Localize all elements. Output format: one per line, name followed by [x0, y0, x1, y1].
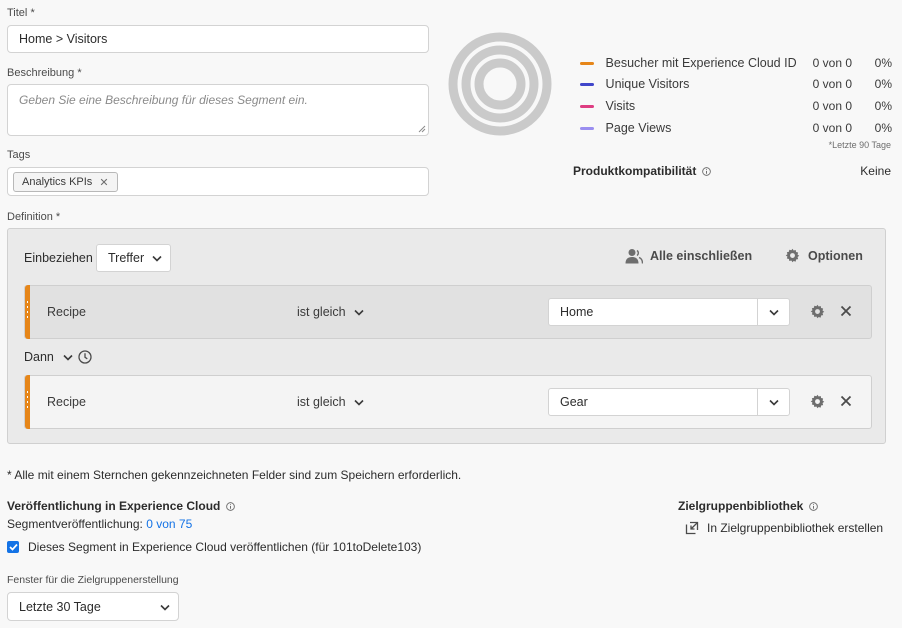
description-placeholder: Geben Sie eine Beschreibung für dieses S… [19, 93, 308, 107]
legend-pct: 0% [874, 121, 892, 135]
title-value: Home > Visitors [19, 32, 108, 46]
tag-chip: Analytics KPIs ✕ [13, 172, 118, 192]
info-icon[interactable] [226, 501, 236, 511]
tags-input[interactable]: Analytics KPIs ✕ [7, 167, 429, 196]
legend-row: Unique Visitors 0 von 0 0% [580, 74, 892, 94]
rule-remove-close-icon[interactable] [840, 395, 852, 407]
then-label: Dann [24, 350, 54, 364]
title-label: Titel * [7, 7, 35, 19]
resize-handle-icon[interactable] [418, 125, 426, 133]
create-in-audience-library-link[interactable]: In Zielgruppenbibliothek erstellen [685, 521, 883, 535]
publish-checkbox[interactable] [7, 541, 19, 553]
container-type-select[interactable]: Treffer [96, 244, 171, 272]
chevron-down-icon [63, 354, 73, 361]
include-all-button[interactable]: Alle einschließen [625, 248, 752, 264]
then-operator-select[interactable]: Dann [24, 350, 92, 364]
legend-count: 0 von 0 [812, 56, 853, 70]
chevron-down-icon [354, 310, 364, 316]
product-compat: Produktkompatibilität [573, 164, 712, 178]
drag-handle[interactable] [25, 375, 30, 429]
rule-dimension[interactable]: Recipe [47, 395, 86, 409]
rule-operator-select[interactable]: ist gleich [297, 305, 364, 319]
tags-label: Tags [7, 149, 31, 161]
users-icon [625, 249, 643, 264]
legend-count: 0 von 0 [812, 77, 853, 91]
options-button[interactable]: Optionen [785, 248, 863, 263]
legend-swatch [580, 61, 594, 65]
legend-name: Besucher mit Experience Cloud ID [605, 56, 797, 70]
legend-swatch [580, 126, 594, 130]
checkmark-icon [8, 543, 18, 551]
chevron-down-icon [354, 400, 364, 406]
legend-name: Visits [605, 99, 636, 113]
rule-value: Home [560, 305, 594, 319]
rule-value-combobox[interactable]: Gear [548, 388, 790, 416]
rule-value: Gear [560, 395, 588, 409]
rule-value-combobox[interactable]: Home [548, 298, 790, 326]
tag-remove-icon[interactable]: ✕ [99, 176, 108, 189]
rule-value-dropdown-button[interactable] [757, 299, 789, 325]
legend-row: Page Views 0 von 0 0% [580, 118, 892, 138]
legend-count: 0 von 0 [812, 99, 853, 113]
drag-handle[interactable] [25, 285, 30, 339]
legend-pct: 0% [874, 99, 892, 113]
publish-heading-text: Veröffentlichung in Experience Cloud [7, 499, 221, 513]
rule-settings-gear-icon[interactable] [810, 304, 825, 319]
description-textarea[interactable]: Geben Sie eine Beschreibung für dieses S… [7, 84, 429, 136]
rule-operator: ist gleich [297, 305, 346, 319]
chevron-down-icon [160, 604, 170, 611]
tag-chip-label: Analytics KPIs [22, 176, 93, 188]
legend-name: Page Views [605, 121, 672, 135]
legend-row: Besucher mit Experience Cloud ID 0 von 0… [580, 53, 892, 73]
legend-name: Unique Visitors [605, 77, 690, 91]
rule-settings-gear-icon[interactable] [810, 394, 825, 409]
legend-swatch [580, 104, 594, 108]
info-icon[interactable] [702, 166, 712, 176]
rule-remove-close-icon[interactable] [840, 305, 852, 317]
audience-heading: Zielgruppenbibliothek [678, 499, 819, 513]
gear-icon [785, 248, 800, 263]
legend-pct: 0% [874, 77, 892, 91]
rule-row[interactable]: Recipe ist gleich Gear [24, 375, 872, 429]
description-label: Beschreibung * [7, 67, 82, 79]
chevron-down-icon [152, 255, 162, 262]
segment-publication: Segmentveröffentlichung: 0 von 75 [7, 517, 192, 531]
segment-pub-label: Segmentveröffentlichung: [7, 517, 143, 531]
segment-pub-value[interactable]: 0 von 75 [146, 517, 192, 531]
create-in-audience-library-label: In Zielgruppenbibliothek erstellen [707, 521, 884, 535]
rule-row[interactable]: Recipe ist gleich Home [24, 285, 872, 339]
audience-heading-text: Zielgruppenbibliothek [678, 499, 804, 513]
chevron-down-icon [768, 309, 779, 316]
window-value: Letzte 30 Tage [19, 600, 101, 614]
external-link-icon [685, 521, 699, 535]
legend-count: 0 von 0 [812, 121, 853, 135]
definition-panel: Einbeziehen Treffer Alle einschließen Op… [7, 228, 886, 444]
required-note: * Alle mit einem Sternchen gekennzeichne… [7, 468, 462, 482]
compat-label: Produktkompatibilität [573, 164, 697, 178]
rule-value-dropdown-button[interactable] [757, 389, 789, 415]
legend-pct: 0% [874, 56, 892, 70]
definition-label: Definition * [7, 211, 61, 223]
title-input[interactable]: Home > Visitors [7, 25, 429, 53]
legend-swatch [580, 82, 594, 86]
summary-donut-chart [448, 32, 552, 136]
compat-value: Keine [860, 164, 891, 178]
chevron-down-icon [768, 399, 779, 406]
window-select[interactable]: Letzte 30 Tage [7, 592, 179, 621]
options-label: Optionen [808, 248, 863, 263]
rule-dimension[interactable]: Recipe [47, 305, 86, 319]
clock-icon[interactable] [78, 350, 92, 364]
publish-checkbox-label: Dieses Segment in Experience Cloud veröf… [28, 540, 422, 554]
publish-heading: Veröffentlichung in Experience Cloud [7, 499, 236, 513]
include-label: Einbeziehen [24, 251, 93, 265]
legend-footnote: *Letzte 90 Tage [828, 140, 891, 150]
info-icon[interactable] [809, 501, 819, 511]
window-label: Fenster für die Zielgruppenerstellung [7, 574, 179, 586]
rule-operator: ist gleich [297, 395, 346, 409]
include-all-label: Alle einschließen [650, 249, 753, 263]
rule-operator-select[interactable]: ist gleich [297, 395, 364, 409]
publish-checkbox-row[interactable]: Dieses Segment in Experience Cloud veröf… [7, 540, 421, 554]
legend-row: Visits 0 von 0 0% [580, 96, 892, 116]
container-type-value: Treffer [108, 251, 145, 265]
